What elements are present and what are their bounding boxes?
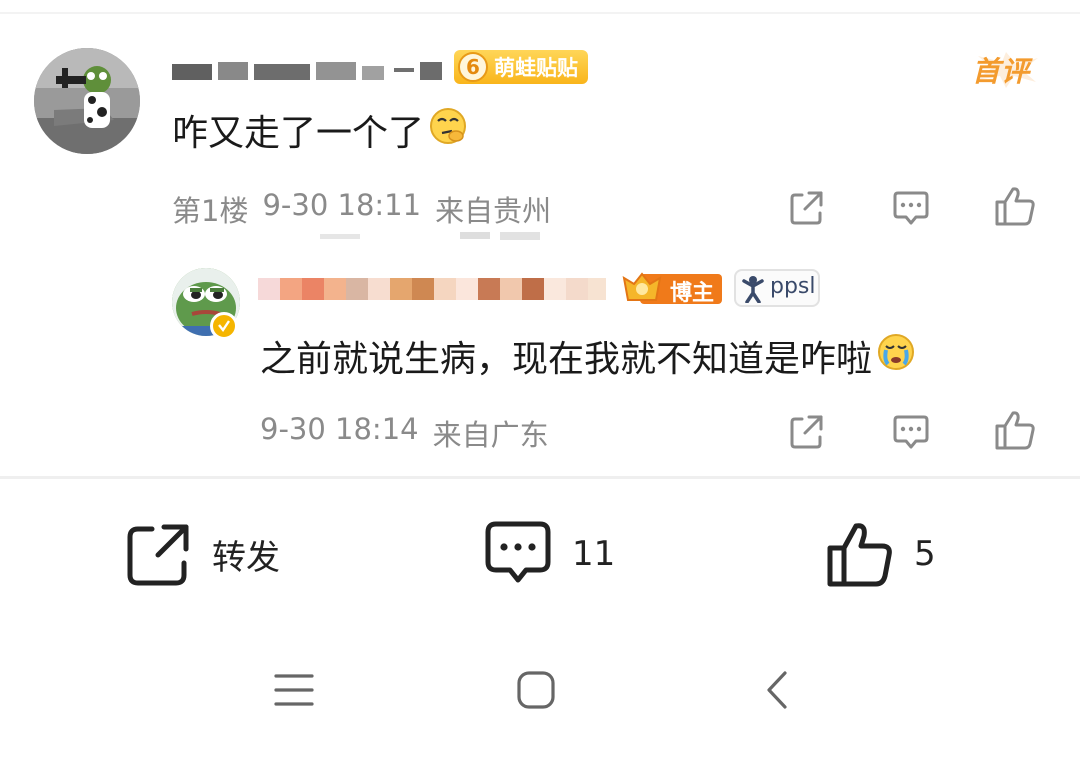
comment-icon (893, 191, 929, 225)
blurred-artifact (320, 232, 540, 240)
comment-floor: 第1楼 (172, 194, 249, 228)
comment-body: 咋又走了一个了 (172, 104, 468, 156)
reply-like-button[interactable] (993, 408, 1037, 452)
comment-icon (485, 521, 551, 583)
verified-badge-icon (210, 312, 238, 340)
fan-level-badge[interactable]: 6 萌蛙贴贴 (454, 50, 588, 84)
reply-time: 9-30 18:14 (260, 412, 419, 446)
share-icon (790, 191, 823, 225)
thinking-emoji-icon (428, 106, 468, 155)
comment-count-button[interactable]: 11 (482, 516, 615, 592)
system-menu-button[interactable] (264, 660, 324, 720)
first-comment-tag: 首评 (972, 55, 1031, 88)
system-home-button[interactable] (506, 660, 566, 720)
reply-meta: 9-30 18:14 来自广东 (260, 412, 549, 454)
crying-emoji-icon (876, 332, 916, 381)
repost-button[interactable]: 转发 (124, 516, 280, 592)
fan-badge-label: 萌蛙贴贴 (494, 56, 578, 80)
comment-text: 咋又走了一个了 (172, 113, 425, 154)
menu-icon (274, 674, 314, 706)
blogger-badge: 博主 (670, 281, 715, 306)
repost-label: 转发 (212, 537, 280, 578)
ppsl-badge-label: ppsl (770, 274, 816, 299)
reply-location: 来自广东 (432, 418, 549, 452)
fan-level-number: 6 (458, 52, 488, 82)
like-icon (995, 187, 1035, 226)
share-icon (127, 524, 189, 586)
figure-icon (742, 276, 764, 303)
commenter-name-blurred[interactable] (172, 58, 444, 84)
top-divider (0, 12, 1080, 14)
like-count-button[interactable]: 5 (824, 516, 936, 592)
reply-text: 之前就说生病，现在我就不知道是咋啦 (260, 339, 873, 380)
system-back-button[interactable] (748, 660, 808, 720)
comment-reply-button[interactable] (889, 186, 933, 230)
comment-time: 9-30 18:11 (262, 188, 422, 222)
section-divider (0, 476, 1080, 479)
commenter-avatar[interactable] (34, 48, 140, 154)
reply-share-button[interactable] (785, 410, 829, 454)
comment-share-button[interactable] (785, 186, 829, 230)
back-icon (767, 671, 787, 709)
like-count: 5 (914, 534, 936, 574)
comment-icon (893, 415, 929, 449)
comment-like-button[interactable] (993, 184, 1037, 228)
comment-meta: 第1楼 9-30 18:11 来自贵州 (172, 188, 551, 230)
comment-location: 来自贵州 (435, 194, 552, 228)
replier-name-blurred[interactable] (258, 272, 608, 308)
reply-comment-button[interactable] (889, 410, 933, 454)
share-icon (790, 415, 823, 449)
comment-count: 11 (572, 534, 616, 574)
home-icon (517, 671, 555, 709)
like-icon (995, 411, 1035, 450)
like-icon (827, 523, 892, 587)
reply-body: 之前就说生病，现在我就不知道是咋啦 (260, 330, 916, 382)
